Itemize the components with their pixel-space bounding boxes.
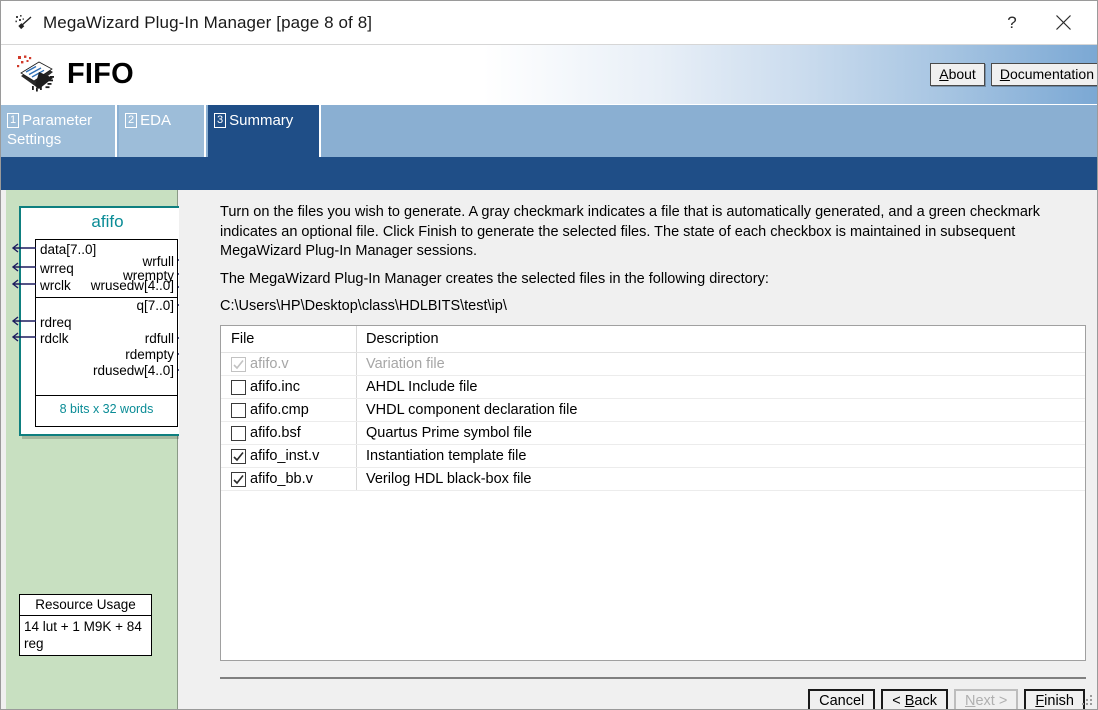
block-diagram: afifo data[7..0] wrreq wrclk wrfull wrem… [11,206,202,436]
capacity-section: 8 bits x 32 words [36,396,177,425]
port-data: data[7..0] [40,242,97,257]
file-description: AHDL Include file [366,379,478,395]
file-cell: afifo.cmp [221,399,357,421]
file-description: Verilog HDL black-box file [366,471,532,487]
column-header-description: Description [366,331,439,347]
table-row[interactable]: afifo.cmp VHDL component declaration fil… [221,399,1085,422]
file-name: afifo.inc [250,379,300,395]
tab-parameter-settings[interactable]: 1 Parameter Settings [1,105,117,157]
port-wrclk: wrclk [40,278,71,293]
port-rdfull: rdfull [144,331,174,346]
table-header-row: File Description [221,326,1085,353]
file-name: afifo_inst.v [250,448,320,464]
documentation-button[interactable]: Documentation [990,63,1097,86]
tab-underline-bar [1,157,1097,190]
resource-usage-title: Resource Usage [20,595,151,616]
port-arrows-left [11,243,36,342]
tab-label: Parameter Settings [7,112,93,148]
file-name: afifo_bb.v [250,471,313,487]
tab-summary[interactable]: 3 Summary [208,105,321,157]
table-row[interactable]: afifo_inst.v Instantiation template file [221,445,1085,468]
tab-label: Summary [229,112,294,129]
banner-buttons: About Documentation [930,63,1097,86]
port-wrfull: wrfull [142,254,174,269]
file-checkbox[interactable] [231,471,246,487]
help-button[interactable]: ? [989,1,1035,44]
next-button: Next > [953,689,1019,709]
resource-usage-box: Resource Usage 14 lut + 1 M9K + 84 reg [19,594,152,656]
file-checkbox[interactable] [231,379,246,395]
footer-divider [220,677,1086,679]
tab-label: EDA [140,112,171,129]
wizard-tab-strip: 1 Parameter Settings 2 EDA 3 Summary [1,105,1097,157]
check-icon [233,451,244,461]
file-description: Variation file [366,356,445,372]
ip-chip-icon [15,54,59,96]
file-description: Quartus Prime symbol file [366,425,532,441]
file-name: afifo.bsf [250,425,301,441]
directory-path: C:\Users\HP\Desktop\class\HDLBITS\test\i… [220,298,507,314]
file-checkbox[interactable] [231,425,246,441]
file-description: VHDL component declaration file [366,402,578,418]
port-rdempty: rdempty [125,347,174,362]
tab-number: 2 [125,113,138,128]
close-button[interactable] [1035,1,1091,44]
table-row[interactable]: afifo.v Variation file [221,353,1085,376]
title-bar: MegaWizard Plug-In Manager [page 8 of 8]… [1,1,1097,45]
file-cell: afifo.inc [221,376,357,398]
banner-title: FIFO [67,58,134,90]
port-q: q[7..0] [136,298,174,313]
file-cell: afifo.bsf [221,422,357,444]
file-cell: afifo.v [221,353,357,375]
tab-number: 1 [7,113,20,128]
resource-usage-value: 14 lut + 1 M9K + 84 reg [24,619,142,651]
summary-page: Turn on the files you wish to generate. … [179,190,1097,709]
table-row[interactable]: afifo.bsf Quartus Prime symbol file [221,422,1085,445]
preview-panel: afifo data[7..0] wrreq wrclk wrfull wrem… [6,190,202,709]
file-checkbox-auto [231,356,246,372]
block-diagram-title: afifo [91,212,124,231]
magic-wand-icon [13,12,35,34]
wizard-footer-buttons: Cancel < Back Next > Finish [802,689,1085,709]
product-banner: FIFO About Documentation [1,45,1097,105]
file-name: afifo.cmp [250,402,309,418]
file-cell: afifo_inst.v [221,445,357,467]
intro-text: Turn on the files you wish to generate. … [220,204,1040,259]
port-rdreq: rdreq [40,315,72,330]
about-button[interactable]: About [930,63,985,86]
port-rdclk: rdclk [40,331,69,346]
cancel-button[interactable]: Cancel [808,689,876,709]
back-button[interactable]: < Back [881,689,948,709]
directory-label: The MegaWizard Plug-In Manager creates t… [220,271,769,287]
file-description: Instantiation template file [366,448,527,464]
file-checkbox[interactable] [231,448,246,464]
tab-number: 3 [214,113,227,128]
check-icon [233,474,244,484]
finish-button[interactable]: Finish [1024,689,1085,709]
file-name: afifo.v [250,356,289,372]
read-port-section: rdreq rdclk q[7..0] rdfull rdempty rduse… [36,298,177,396]
table-row[interactable]: afifo.inc AHDL Include file [221,376,1085,399]
port-rdusedw: rdusedw[4..0] [92,363,174,378]
column-header-file: File [221,326,357,352]
table-row[interactable]: afifo_bb.v Verilog HDL black-box file [221,468,1085,491]
port-wrreq: wrreq [40,261,74,276]
file-cell: afifo_bb.v [221,468,357,490]
tab-eda[interactable]: 2 EDA [119,105,206,157]
resize-grip-icon[interactable] [1082,695,1094,707]
window-title: MegaWizard Plug-In Manager [page 8 of 8] [43,12,373,32]
port-wrusedw: wrusedw[4..0] [90,278,174,293]
close-icon [1055,15,1071,30]
block-diagram-body: data[7..0] wrreq wrclk wrfull wrempty wr… [35,239,178,427]
file-checkbox[interactable] [231,402,246,418]
file-generation-table[interactable]: File Description afifo.v Variation file [220,325,1086,661]
write-port-section: data[7..0] wrreq wrclk wrfull wrempty wr… [36,240,177,298]
check-icon [233,359,244,369]
megawizard-window: MegaWizard Plug-In Manager [page 8 of 8]… [0,0,1098,710]
block-diagram-capacity: 8 bits x 32 words [59,402,154,416]
